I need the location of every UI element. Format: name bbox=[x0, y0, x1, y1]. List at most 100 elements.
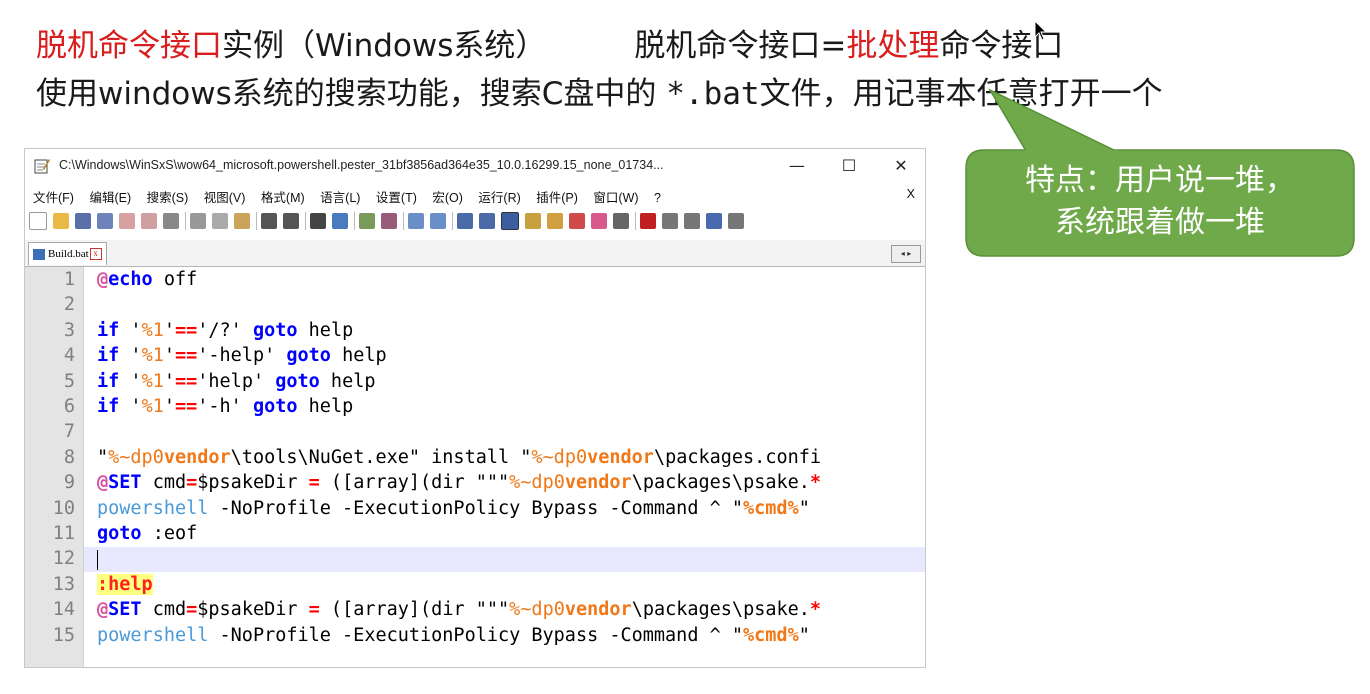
line-number: 8 bbox=[63, 446, 75, 468]
save-icon[interactable] bbox=[75, 212, 91, 229]
tab-scroll-arrows-icon[interactable]: ◂ ▸ bbox=[891, 245, 921, 263]
tab-build-bat[interactable]: Build.bat x bbox=[28, 242, 107, 265]
line-number: 2 bbox=[63, 294, 75, 316]
sync-horizontal-icon[interactable] bbox=[430, 212, 446, 229]
slide-subtitle: 使用windows系统的搜索功能，搜索C盘中的 *.bat文件，用记事本任意打开… bbox=[36, 68, 1163, 113]
subtitle-code: *.bat bbox=[666, 76, 760, 112]
floppy-save-icon bbox=[33, 248, 45, 260]
line-number: 5 bbox=[63, 370, 75, 392]
line-number: 1 bbox=[63, 269, 75, 290]
record-macro-icon[interactable] bbox=[640, 212, 656, 229]
copy-icon[interactable] bbox=[212, 212, 228, 229]
callout-text: 特点：用户说一堆， 系统跟着做一堆 bbox=[966, 160, 1354, 244]
menu-view[interactable]: 视图(V) bbox=[204, 187, 246, 206]
eye-icon[interactable] bbox=[613, 212, 629, 229]
callout-line-2: 系统跟着做一堆 bbox=[1055, 205, 1265, 240]
minimize-button[interactable]: — bbox=[779, 153, 815, 179]
close-all-icon[interactable] bbox=[141, 212, 157, 229]
mouse-cursor-icon bbox=[1034, 20, 1048, 41]
code-line-15[interactable]: powershell -NoProfile -ExecutionPolicy B… bbox=[97, 625, 810, 650]
code-line-8[interactable]: "%~dp0vendor\tools\NuGet.exe" install "%… bbox=[97, 447, 821, 472]
save-all-icon[interactable] bbox=[97, 212, 113, 229]
run-macro-multiple-icon[interactable] bbox=[706, 212, 722, 229]
menu-bar: 文件(F) 编辑(E) 搜索(S) 视图(V) 格式(M) 语言(L) 设置(T… bbox=[25, 187, 925, 207]
cut-icon[interactable] bbox=[190, 212, 206, 229]
code-line-4[interactable]: if '%1'=='-help' goto help bbox=[97, 345, 387, 370]
menu-settings[interactable]: 设置(T) bbox=[376, 187, 417, 206]
menu-close-doc[interactable]: X bbox=[907, 187, 915, 201]
code-line-11[interactable]: goto :eof bbox=[97, 523, 197, 548]
notepad-app-icon bbox=[34, 159, 50, 174]
close-file-icon[interactable] bbox=[119, 212, 135, 229]
new-file-icon[interactable] bbox=[29, 211, 47, 230]
notepad-plus-plus-window[interactable]: C:\Windows\WinSxS\wow64_microsoft.powers… bbox=[24, 148, 926, 668]
code-line-6[interactable]: if '%1'=='-h' goto help bbox=[97, 396, 353, 421]
window-title: C:\Windows\WinSxS\wow64_microsoft.powers… bbox=[59, 158, 664, 172]
zoom-in-icon[interactable] bbox=[359, 212, 375, 229]
tab-close-icon[interactable]: x bbox=[89, 248, 102, 261]
paste-icon[interactable] bbox=[234, 212, 250, 229]
zoom-out-icon[interactable] bbox=[381, 212, 397, 229]
menu-file[interactable]: 文件(F) bbox=[33, 187, 74, 206]
subtitle-text-1: 使用windows系统的搜索功能，搜索C盘中的 bbox=[36, 76, 667, 112]
menu-edit[interactable]: 编辑(E) bbox=[89, 187, 131, 206]
redo-icon[interactable] bbox=[283, 212, 299, 229]
line-number: 4 bbox=[63, 345, 75, 367]
toolbar bbox=[29, 210, 750, 232]
replace-icon[interactable] bbox=[332, 212, 348, 229]
code-line-3[interactable]: if '%1'=='/?' goto help bbox=[97, 320, 353, 345]
undo-icon[interactable] bbox=[261, 212, 277, 229]
menu-window[interactable]: 窗口(W) bbox=[593, 187, 638, 206]
word-wrap-icon[interactable] bbox=[457, 212, 473, 229]
play-macro-icon[interactable] bbox=[684, 212, 700, 229]
save-macro-icon[interactable] bbox=[728, 212, 744, 229]
print-icon[interactable] bbox=[163, 212, 179, 229]
line-number: 7 bbox=[63, 421, 75, 443]
line-number: 10 bbox=[52, 497, 75, 519]
find-icon[interactable] bbox=[310, 212, 326, 229]
callout-line-1: 特点：用户说一堆， bbox=[1025, 163, 1295, 198]
callout-bubble: 特点：用户说一堆， 系统跟着做一堆 bbox=[965, 88, 1355, 257]
open-file-icon[interactable] bbox=[53, 212, 69, 229]
menu-macro[interactable]: 宏(O) bbox=[432, 187, 463, 206]
menu-help[interactable]: ? bbox=[654, 191, 661, 205]
title-batch: 批处理 bbox=[846, 28, 940, 64]
title-offline-interface: 脱机命令接口 bbox=[36, 28, 222, 64]
maximize-button[interactable]: ☐ bbox=[831, 153, 867, 179]
folder-workspace-icon[interactable] bbox=[569, 212, 585, 229]
menu-language[interactable]: 语言(L) bbox=[320, 187, 360, 206]
code-editor[interactable]: 1 2 3 4 5 6 7 8 9 10 11 12 13 14 15 @ech… bbox=[25, 267, 925, 667]
show-all-chars-icon[interactable] bbox=[479, 212, 495, 229]
doc-map-icon[interactable] bbox=[525, 212, 541, 229]
slide-title: 脱机命令接口实例（Windows系统） 脱机命令接口=批处理命令接口 bbox=[36, 20, 1063, 65]
line-number: 6 bbox=[63, 396, 75, 417]
title-example: 实例（Windows系统） bbox=[222, 28, 547, 64]
function-list-icon[interactable] bbox=[547, 212, 563, 229]
code-line-14[interactable]: @SET cmd=$psakeDir = ([array](dir """%~d… bbox=[97, 599, 821, 624]
tab-label: Build.bat bbox=[48, 248, 89, 260]
line-number: 11 bbox=[52, 523, 75, 544]
line-number: 9 bbox=[63, 472, 75, 494]
menu-plugins[interactable]: 插件(P) bbox=[536, 187, 578, 206]
current-line-highlight bbox=[84, 547, 925, 572]
code-line-5[interactable]: if '%1'=='help' goto help bbox=[97, 371, 376, 396]
line-number: 12 bbox=[52, 548, 75, 570]
code-line-10[interactable]: powershell -NoProfile -ExecutionPolicy B… bbox=[97, 498, 810, 523]
menu-search[interactable]: 搜索(S) bbox=[147, 187, 189, 206]
line-number: 13 bbox=[52, 573, 75, 595]
monitoring-icon[interactable] bbox=[591, 212, 607, 229]
window-titlebar[interactable]: C:\Windows\WinSxS\wow64_microsoft.powers… bbox=[25, 149, 925, 183]
title-offline-interface-2: 脱机命令接口= bbox=[634, 28, 847, 64]
sync-vertical-icon[interactable] bbox=[408, 212, 424, 229]
line-number: 14 bbox=[52, 599, 75, 621]
subtitle-text-2: 文件，用记事本任意打开一个 bbox=[759, 76, 1163, 112]
indent-guide-icon[interactable] bbox=[501, 211, 519, 230]
code-line-13[interactable]: :help bbox=[97, 573, 153, 599]
menu-format[interactable]: 格式(M) bbox=[261, 187, 305, 206]
code-line-1[interactable]: @echo off bbox=[97, 269, 197, 294]
menu-run[interactable]: 运行(R) bbox=[478, 187, 520, 206]
code-line-9[interactable]: @SET cmd=$psakeDir = ([array](dir """%~d… bbox=[97, 472, 821, 497]
close-button[interactable]: ✕ bbox=[883, 153, 919, 179]
text-caret bbox=[97, 550, 98, 570]
stop-macro-icon[interactable] bbox=[662, 212, 678, 229]
